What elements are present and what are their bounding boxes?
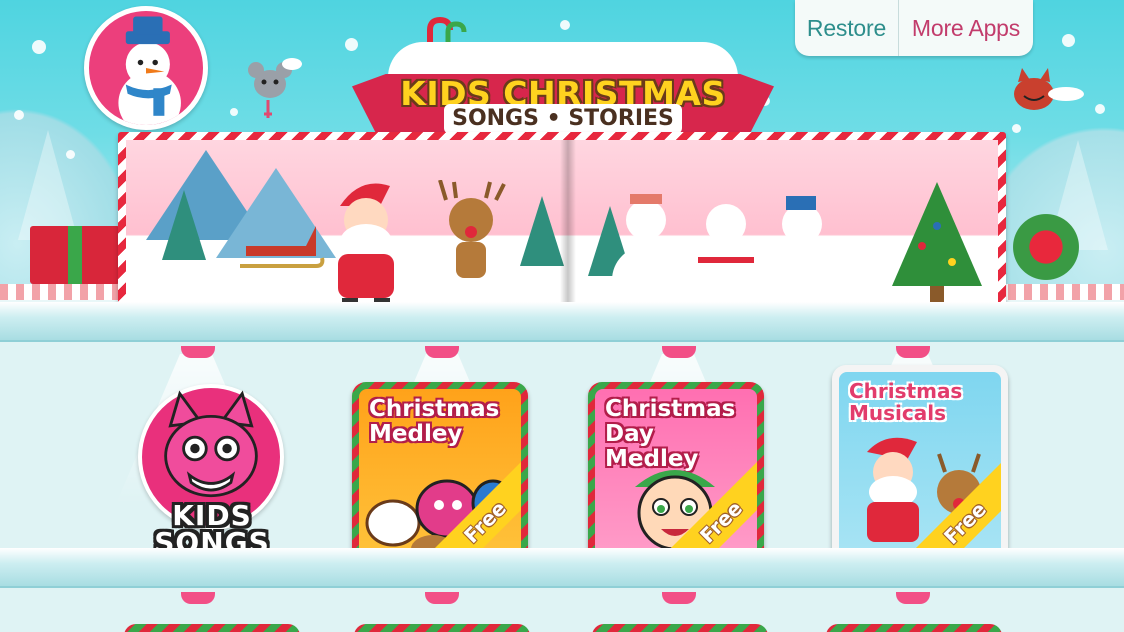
gift-box xyxy=(30,226,120,284)
poinsettia xyxy=(1006,210,1086,284)
santa-icon xyxy=(338,183,394,312)
app-title-banner: KIDS CHRISTMAS SONGS • STORIES xyxy=(352,38,774,138)
mouse-fairy-icon xyxy=(248,58,302,118)
pine-tree xyxy=(520,196,564,266)
snowflake xyxy=(1095,104,1105,114)
snowmen-choir-icon xyxy=(612,194,834,312)
app-christmas-day-medley[interactable]: Christmas Day Medley Free xyxy=(588,382,764,562)
next-row-app-card[interactable] xyxy=(592,624,768,632)
book-fold xyxy=(560,140,576,312)
kids-songs-app-button[interactable]: KIDS SONGS xyxy=(132,364,292,564)
shelf-lamp xyxy=(181,592,215,604)
app-christmas-musicals[interactable]: Christmas Musicals Free xyxy=(832,365,1008,563)
snowman-avatar-icon xyxy=(118,16,181,125)
app-card-art: Christmas Medley Free xyxy=(359,389,521,555)
snowflake xyxy=(66,150,75,159)
shelf-lamp xyxy=(181,346,215,358)
snowflake xyxy=(14,110,24,120)
tree-silhouette xyxy=(18,130,78,240)
more-apps-button[interactable]: More Apps xyxy=(899,0,1033,56)
fox-fairy-icon xyxy=(1014,68,1084,110)
featured-story-banner[interactable] xyxy=(118,132,1006,320)
pine-tree xyxy=(162,190,206,260)
middle-shelf xyxy=(0,548,1124,588)
shelf-lamp xyxy=(896,592,930,604)
app-title: Christmas Medley xyxy=(369,396,500,447)
next-row-app-card[interactable] xyxy=(354,624,530,632)
snowflake xyxy=(1062,34,1075,47)
title-line-2: SONGS • STORIES xyxy=(444,104,682,134)
shelf-lamp xyxy=(425,346,459,358)
next-row-app-card[interactable] xyxy=(826,624,1002,632)
next-row-app-card[interactable] xyxy=(124,624,300,632)
snowflake xyxy=(1012,124,1021,133)
reindeer-icon xyxy=(438,180,506,278)
app-card-art: Christmas Musicals Free xyxy=(839,372,1001,556)
top-action-bar: Restore More Apps xyxy=(795,0,1033,56)
sleigh-icon xyxy=(240,226,325,268)
app-title: Christmas Musicals xyxy=(849,379,963,425)
shelf-lamp xyxy=(662,592,696,604)
snowflake xyxy=(560,20,570,30)
restore-button[interactable]: Restore xyxy=(795,0,899,56)
shelf-lamp xyxy=(425,592,459,604)
christmas-tree-icon xyxy=(892,182,982,308)
shelf-lamp xyxy=(662,346,696,358)
snowman-avatar-button[interactable] xyxy=(84,6,208,130)
app-card-art: Christmas Day Medley Free xyxy=(595,389,757,555)
snowflake xyxy=(32,40,46,54)
banner-illustration xyxy=(126,140,998,312)
app-christmas-medley[interactable]: Christmas Medley Free xyxy=(352,382,528,562)
shelf-lamp xyxy=(896,346,930,358)
snowflake xyxy=(230,108,238,116)
top-shelf xyxy=(0,302,1124,342)
